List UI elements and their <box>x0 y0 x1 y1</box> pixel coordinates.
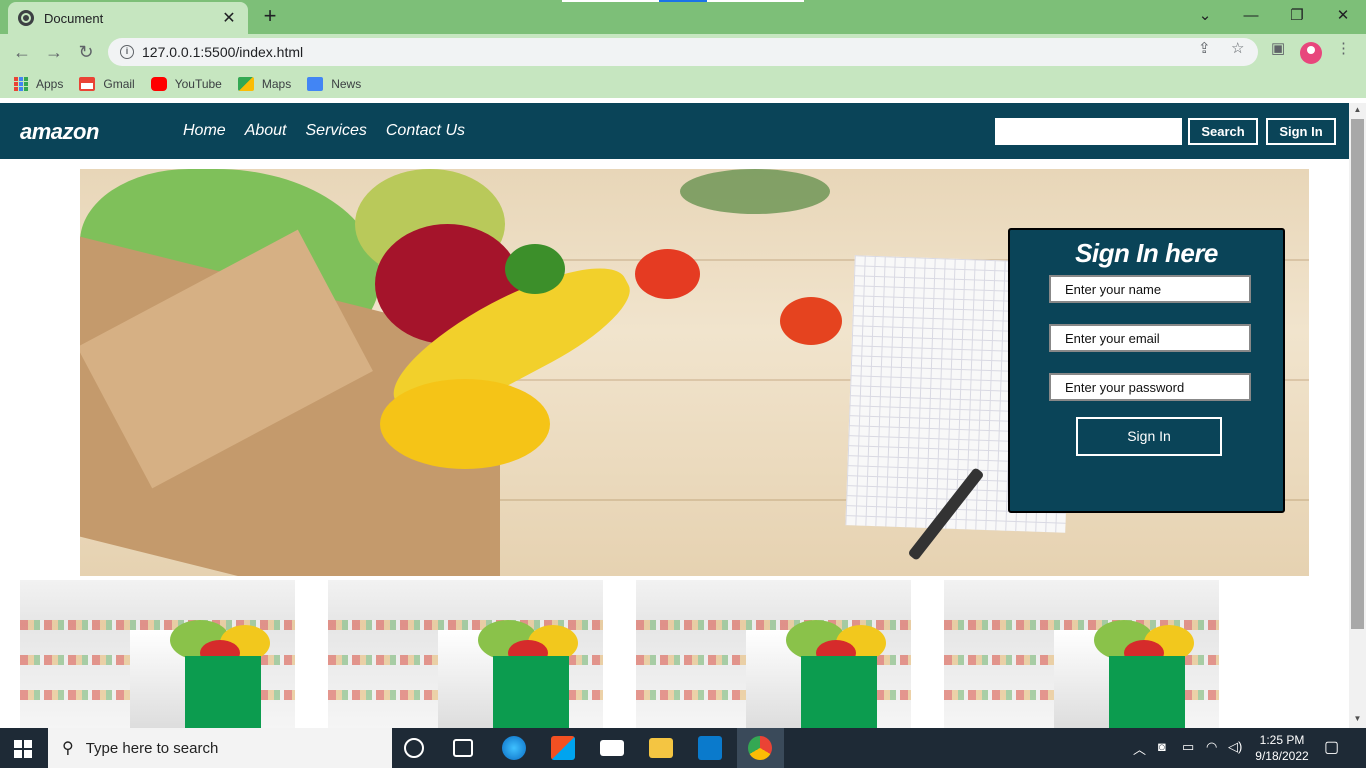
clock-time: 1:25 PM <box>1259 733 1305 747</box>
meet-now-icon[interactable]: ◙ <box>1158 739 1166 754</box>
bookmark-label: Maps <box>261 77 292 91</box>
taskbar-search-placeholder: Type here to search <box>85 739 219 757</box>
restore-button[interactable]: ❐ <box>1274 4 1320 28</box>
chrome-taskbar-button[interactable] <box>737 728 784 768</box>
close-tab-icon[interactable]: ✕ <box>220 8 238 28</box>
reload-icon[interactable]: ↻ <box>74 40 98 64</box>
site-info-icon[interactable]: i <box>120 45 134 59</box>
news-icon <box>307 77 324 91</box>
store-icon[interactable] <box>551 736 575 760</box>
share-icon[interactable]: ⇪ <box>1198 39 1211 57</box>
product-thumbnail[interactable] <box>944 580 1219 728</box>
nav-link-about[interactable]: About <box>245 122 287 140</box>
search-input[interactable] <box>995 118 1182 145</box>
lime-shape <box>505 244 565 294</box>
bookmark-maps[interactable]: Maps <box>237 77 292 91</box>
windows-start-icon[interactable] <box>14 740 32 758</box>
edge-browser-icon[interactable] <box>502 736 526 760</box>
gmail-icon <box>79 77 96 91</box>
notifications-icon[interactable]: ▢ <box>1324 737 1339 757</box>
search-button[interactable]: Search <box>1188 118 1258 145</box>
back-arrow-icon[interactable]: ← <box>10 40 34 64</box>
page-scrollbar[interactable]: ▲ ▼ <box>1349 103 1366 728</box>
tomato-shape <box>635 249 700 299</box>
product-thumbnail[interactable] <box>636 580 911 728</box>
taskbar-clock[interactable]: 1:25 PM 9/18/2022 <box>1252 732 1312 764</box>
bookmark-news[interactable]: News <box>307 77 361 91</box>
youtube-icon <box>150 77 167 91</box>
tab-search-icon[interactable]: ⌄ <box>1182 4 1228 28</box>
profile-avatar[interactable] <box>1300 42 1322 64</box>
mail-icon[interactable] <box>600 740 624 756</box>
wifi-icon[interactable]: ◠ <box>1206 739 1217 755</box>
grocery-bag-image <box>493 656 569 728</box>
tomato-shape <box>780 297 842 345</box>
signin-form-card: Sign In here Sign In <box>1008 228 1285 513</box>
bookmark-star-icon[interactable]: ☆ <box>1231 39 1244 57</box>
close-window-button[interactable]: ✕ <box>1320 4 1366 28</box>
address-bar[interactable]: i 127.0.0.1:5500/index.html <box>108 38 1258 66</box>
side-panel-icon[interactable]: ▣ <box>1271 39 1285 57</box>
tab-title: Document <box>44 10 104 26</box>
bookmark-youtube[interactable]: YouTube <box>150 77 222 91</box>
battery-icon[interactable]: ▭ <box>1182 739 1194 755</box>
tabstrip-accent-blue <box>659 0 707 2</box>
product-thumbnail[interactable] <box>20 580 295 728</box>
task-view-icon[interactable] <box>453 739 473 757</box>
nav-signin-button[interactable]: Sign In <box>1266 118 1336 145</box>
scrollbar-thumb[interactable] <box>1351 119 1364 629</box>
grocery-bag-image <box>185 656 261 728</box>
cortana-icon[interactable] <box>404 738 424 758</box>
browser-tabstrip: Document ✕ + ⌄ — ❐ ✕ <box>0 0 1366 34</box>
scroll-up-arrow-icon[interactable]: ▲ <box>1349 103 1366 117</box>
bookmark-apps[interactable]: Apps <box>14 77 63 91</box>
grocery-bag-image <box>1109 656 1185 728</box>
nav-links: Home About Services Contact Us <box>183 122 465 140</box>
herb-leaves-shape <box>680 169 830 214</box>
signin-submit-button[interactable]: Sign In <box>1076 417 1222 456</box>
menu-kebab-icon[interactable]: ⋮ <box>1336 39 1351 57</box>
nav-link-home[interactable]: Home <box>183 122 226 140</box>
site-logo[interactable]: amazon <box>20 119 99 145</box>
site-navbar: amazon Home About Services Contact Us Se… <box>0 103 1349 159</box>
bookmark-label: Apps <box>36 77 64 91</box>
bookmarks-bar: Apps Gmail YouTube Maps News <box>0 70 1366 98</box>
volume-icon[interactable]: ◁) <box>1228 739 1242 755</box>
bookmark-label: News <box>331 77 362 91</box>
apps-grid-icon <box>14 77 28 91</box>
taskbar-search[interactable]: ⚲ Type here to search <box>48 728 392 768</box>
email-field[interactable] <box>1049 324 1251 352</box>
bookmark-label: YouTube <box>174 77 222 91</box>
name-field[interactable] <box>1049 275 1251 303</box>
scroll-down-arrow-icon[interactable]: ▼ <box>1349 712 1366 726</box>
maps-icon <box>237 77 254 91</box>
product-thumbnail[interactable] <box>328 580 603 728</box>
vscode-icon[interactable] <box>698 736 722 760</box>
nav-link-services[interactable]: Services <box>306 122 367 140</box>
bookmark-gmail[interactable]: Gmail <box>79 77 135 91</box>
browser-tab[interactable]: Document ✕ <box>8 2 248 34</box>
file-explorer-icon[interactable] <box>649 738 673 758</box>
password-field[interactable] <box>1049 373 1251 401</box>
tray-chevron-icon[interactable]: ︿ <box>1133 739 1146 758</box>
clock-date: 9/18/2022 <box>1255 749 1309 763</box>
browser-toolbar: ← → ↻ i 127.0.0.1:5500/index.html ⇪ ☆ ▣ … <box>0 34 1366 70</box>
search-icon: ⚲ <box>62 740 74 757</box>
yellow-pepper-shape <box>380 379 550 469</box>
globe-icon <box>18 10 34 26</box>
forward-arrow-icon[interactable]: → <box>42 40 66 64</box>
url-text: 127.0.0.1:5500/index.html <box>142 44 304 60</box>
minimize-button[interactable]: — <box>1228 4 1274 28</box>
nav-link-contact[interactable]: Contact Us <box>386 122 465 140</box>
signin-title: Sign In here <box>1075 238 1218 268</box>
chrome-icon <box>748 736 772 760</box>
grocery-bag-image <box>801 656 877 728</box>
new-tab-button[interactable]: + <box>258 4 282 28</box>
bookmark-label: Gmail <box>103 77 135 91</box>
windows-taskbar: ⚲ Type here to search ︿ ◙ ▭ ◠ ◁) 1:25 PM… <box>0 728 1366 768</box>
